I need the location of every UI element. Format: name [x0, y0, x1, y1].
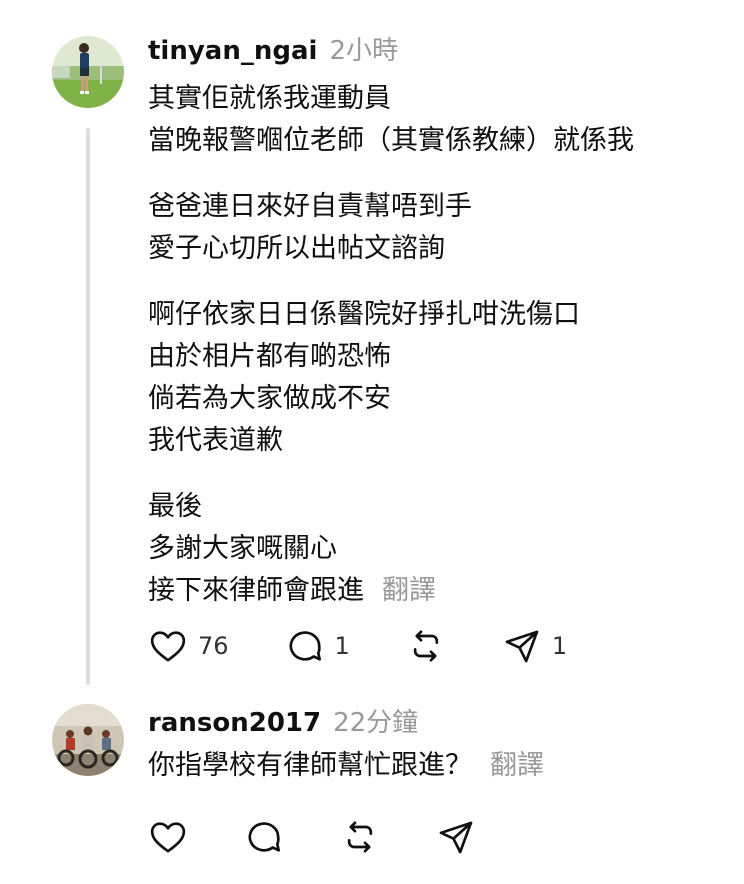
repost-icon: [347, 821, 373, 853]
repost-icon: [413, 630, 438, 662]
share-button[interactable]: [436, 817, 476, 857]
comment-icon: [248, 822, 280, 852]
avatar[interactable]: [52, 704, 124, 776]
text-line: 倘若為大家做成不安: [148, 383, 391, 414]
username[interactable]: ranson2017: [148, 708, 321, 738]
text-line-content: 你指學校有律師幫忙跟進？: [148, 750, 472, 781]
share-count: 1: [551, 632, 568, 660]
repost-button[interactable]: [340, 817, 380, 857]
post-body: 其實佢就係我運動員 當晚報警嗰位老師（其實係教練）就係我 爸爸連日來好自責幫唔到…: [148, 78, 728, 612]
text-line: 啊仔依家日日係醫院好掙扎咁洗傷口: [148, 299, 580, 330]
post-header: ranson2017 22分鐘: [148, 702, 418, 739]
post-header: tinyan_ngai 2小時: [148, 30, 398, 67]
action-bar: [148, 817, 532, 857]
translate-link[interactable]: 翻譯: [382, 575, 436, 606]
text-line: 愛子心切所以出帖文諮詢: [148, 233, 445, 264]
text-line: 當晚報警嗰位老師（其實係教練）就係我: [148, 125, 634, 156]
comment-button[interactable]: 1: [285, 626, 350, 666]
thread-connector-line: [86, 128, 90, 685]
action-bar: 76 1 1: [148, 626, 623, 666]
send-icon: [505, 630, 539, 663]
text-line-content: 接下來律師會跟進: [148, 575, 364, 606]
translate-link[interactable]: 翻譯: [490, 750, 544, 781]
text-line: 爸爸連日來好自責幫唔到手: [148, 191, 472, 222]
post-body: 你指學校有律師幫忙跟進？ 翻譯: [148, 745, 728, 787]
heart-icon: [150, 631, 186, 662]
share-button[interactable]: 1: [502, 626, 567, 666]
like-count: 76: [198, 632, 229, 660]
heart-icon: [150, 822, 186, 853]
comment-icon: [289, 631, 321, 661]
text-line: 多謝大家嘅關心: [148, 533, 337, 564]
text-line: 我代表道歉: [148, 425, 283, 456]
text-line: 由於相片都有啲恐怖: [148, 341, 391, 372]
like-button[interactable]: [148, 817, 188, 857]
comment-count: 1: [334, 632, 350, 660]
avatar-photo: [52, 36, 124, 108]
text-line: 最後: [148, 491, 202, 522]
username[interactable]: tinyan_ngai: [148, 36, 317, 66]
like-button[interactable]: 76: [148, 626, 229, 666]
text-line: 其實佢就係我運動員: [148, 83, 391, 114]
text-line: 你指學校有律師幫忙跟進？ 翻譯: [148, 745, 728, 787]
timestamp: 22分鐘: [333, 708, 419, 738]
avatar[interactable]: [52, 36, 124, 108]
send-icon: [439, 821, 473, 854]
text-line: 接下來律師會跟進 翻譯: [148, 570, 728, 612]
timestamp: 2小時: [329, 36, 398, 66]
comment-button[interactable]: [244, 817, 284, 857]
avatar-photo: [52, 704, 124, 776]
repost-button[interactable]: [406, 626, 446, 666]
